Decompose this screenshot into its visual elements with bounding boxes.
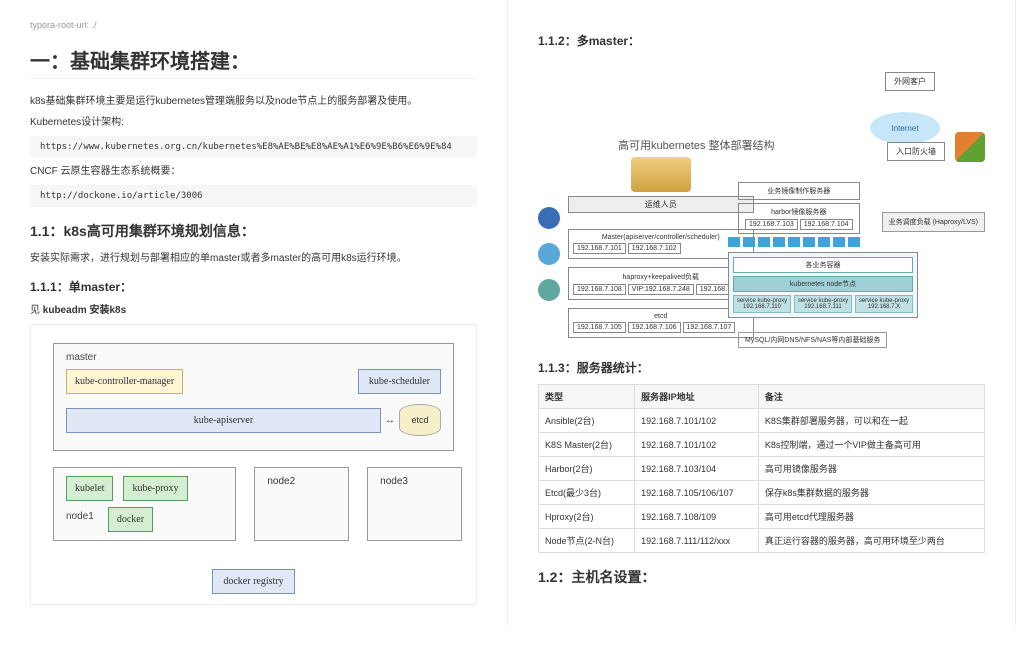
harbor-box: harbor镜像服务器 192.168.7.103 192.168.7.104 [738, 203, 860, 234]
master-box: Master(apiserver/controller/scheduler) 1… [568, 229, 754, 259]
table-row: Harbor(2台)192.168.7.103/104高可用镜像服务器 [539, 457, 985, 481]
page-right: 1.1.2：多master： 高可用kubernetes 整体部署结构 外网客户… [508, 0, 1016, 625]
heading-1-1-3: 1.1.3：服务器统计： [538, 359, 985, 376]
etcd-cluster-box: etcd 192.168.7.105 192.168.7.106 192.168… [568, 308, 754, 338]
haproxy-box: haproxy+keepalived负载 192.168.7.108 VIP:1… [568, 267, 754, 300]
internet-cloud: Internet [870, 112, 940, 144]
code-url-2: http://dockone.io/article/3006 [30, 185, 477, 207]
lb-box: 业务调度负载 (Haproxy/LVS) [882, 212, 985, 232]
master-section: master kube-controller-manager kube-sche… [53, 343, 454, 451]
pod-box: service kube-proxy 192.168.7.X [855, 295, 913, 313]
node-area: 各业务容器 kubernetes node节点 service kube-pro… [728, 252, 918, 318]
right-cluster: 业务镜像制作服务器 harbor镜像服务器 192.168.7.103 192.… [738, 182, 860, 234]
p-1-1-1: 见 见 kubeadm 安装k8skubeadm 安装k8s [30, 303, 477, 318]
intro-1: k8s基础集群环境主要是运行kubernetes管理端服务以及node节点上的服… [30, 94, 477, 109]
page-left: typora-root-url: ./ 一：基础集群环境搭建： k8s基础集群环… [0, 0, 508, 625]
p-1-1: 安装实际需求，进行规划与部署相应的单master或者多master的高可用k8s… [30, 251, 477, 266]
firewall-icon [955, 132, 985, 162]
multi-master-diagram: 高可用kubernetes 整体部署结构 外网客户 Internet 入口防火墙… [538, 57, 985, 347]
heading-1: 一：基础集群环境搭建： [30, 45, 477, 79]
kube-proxy-box: kube-proxy [123, 476, 187, 501]
pod-box: service kube-proxy 192.168.7.110 [733, 295, 791, 313]
arrow-icon: ↔ [385, 415, 395, 426]
single-master-diagram: master kube-controller-manager kube-sche… [30, 324, 477, 605]
server-table: 类型 服务器IP地址 备注 Ansible(2台)192.168.7.101/1… [538, 384, 985, 553]
etcd-box: etcd [399, 404, 441, 436]
kubelet-box: kubelet [66, 476, 113, 501]
svc-repo-box: 业务镜像制作服务器 [738, 182, 860, 200]
external-client-box: 外网客户 [885, 72, 935, 91]
heading-1-1-2: 1.1.2：多master： [538, 32, 985, 49]
kubernetes-icon [538, 207, 560, 229]
intro-2: Kubernetes设计架构: [30, 115, 477, 130]
etcd-icon [538, 279, 560, 301]
docker-icons-row [728, 237, 860, 247]
code-url-1: https://www.kubernetes.org.cn/kubernetes… [30, 136, 477, 158]
kube-apiserver-box: kube-apiserver [66, 408, 381, 433]
mm-title: 高可用kubernetes 整体部署结构 [618, 137, 774, 153]
table-row: K8S Master(2台)192.168.7.101/102K8s控制端，通过… [539, 433, 985, 457]
ops-image [631, 157, 691, 192]
docker-box: docker [108, 507, 153, 532]
node3-section: node3 [367, 467, 462, 541]
docker-registry-box: docker registry [212, 569, 294, 594]
firewall-box: 入口防火墙 [887, 142, 945, 161]
table-row: Ansible(2台)192.168.7.101/102K8S集群部署服务器，可… [539, 409, 985, 433]
icon-stack [538, 207, 560, 301]
node-title: kubernetes node节点 [733, 276, 913, 292]
heading-1-1-1: 1.1.1：单master： [30, 278, 477, 295]
heading-1-1: 1.1：k8s高可用集群环境规划信息： [30, 221, 477, 241]
table-row: Hproxy(2台)192.168.7.108/109高可用etcd代理服务器 [539, 505, 985, 529]
intro-3: CNCF 云原生容器生态系统概要： [30, 164, 477, 179]
table-row: Etcd(最少3台)192.168.7.105/106/107保存k8s集群数据… [539, 481, 985, 505]
heading-1-2: 1.2：主机名设置： [538, 567, 985, 587]
pod-box: service kube-proxy 192.168.7.111 [794, 295, 852, 313]
left-cluster: 运维人员 Master(apiserver/controller/schedul… [568, 157, 754, 338]
kube-scheduler-box: kube-scheduler [358, 369, 441, 394]
table-row: Node节点(2-N台)192.168.7.111/112/xxx真正运行容器的… [539, 529, 985, 553]
wheel-icon [538, 243, 560, 265]
node2-section: node2 [254, 467, 349, 541]
kube-controller-manager-box: kube-controller-manager [66, 369, 183, 394]
ops-label: 运维人员 [568, 196, 754, 213]
node1-section: kubelet kube-proxy node1 docker [53, 467, 236, 541]
docker-icon [728, 237, 740, 247]
mysql-label: MySQL/内网DNS/NFS/NAS等内部基础服务 [738, 332, 887, 348]
typora-meta: typora-root-url: ./ [30, 20, 477, 30]
